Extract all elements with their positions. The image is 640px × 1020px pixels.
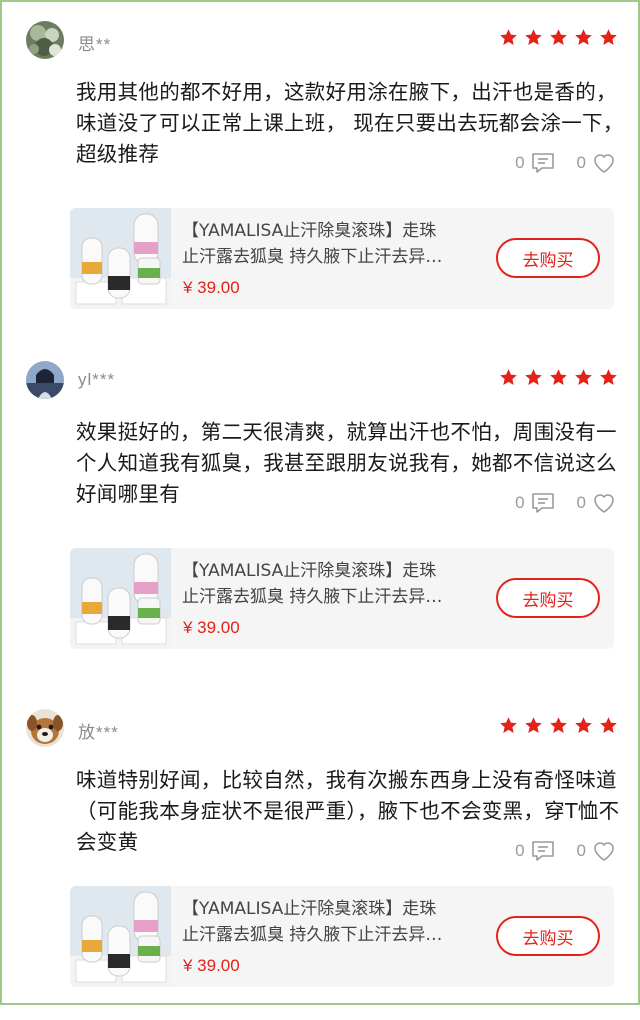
comment-icon bbox=[531, 153, 554, 173]
like-count: 0 bbox=[576, 153, 586, 172]
star-icon bbox=[525, 29, 542, 45]
star-icon bbox=[575, 29, 592, 45]
heart-icon bbox=[594, 494, 614, 513]
star-rating bbox=[499, 716, 618, 735]
review-item: 思** 我用其他的都不好用，这款好用涂在腋下，出汗也是香的，味道没了可以正常上课… bbox=[2, 2, 640, 332]
buy-button[interactable]: 去购买 bbox=[496, 916, 600, 956]
star-rating bbox=[499, 368, 618, 387]
product-card[interactable]: 【YAMALISA止汗除臭滚珠】走珠 止汗露去狐臭 持久腋下止汗去异… ¥ 39… bbox=[70, 886, 614, 987]
comment-icon bbox=[531, 493, 554, 513]
star-icon bbox=[600, 717, 617, 733]
star-icon bbox=[600, 29, 617, 45]
product-title-line: 【YAMALISA止汗除臭滚珠】走珠 bbox=[182, 561, 437, 581]
star-icon bbox=[550, 369, 567, 385]
star-icon bbox=[575, 717, 592, 733]
product-card[interactable]: 【YAMALISA止汗除臭滚珠】走珠 止汗露去狐臭 持久腋下止汗去异… ¥ 39… bbox=[70, 548, 614, 649]
star-rating bbox=[499, 28, 618, 47]
star-icon bbox=[500, 717, 517, 733]
buy-button[interactable]: 去购买 bbox=[496, 238, 600, 278]
heart-icon bbox=[594, 842, 614, 861]
product-card[interactable]: 【YAMALISA止汗除臭滚珠】走珠 止汗露去狐臭 持久腋下止汗去异… ¥ 39… bbox=[70, 208, 614, 309]
comment-count: 0 bbox=[515, 493, 525, 512]
comment-count: 0 bbox=[515, 841, 525, 860]
product-title-line: 止汗露去狐臭 持久腋下止汗去异… bbox=[182, 247, 443, 267]
product-title[interactable]: 【YAMALISA止汗除臭滚珠】走珠 止汗露去狐臭 持久腋下止汗去异… bbox=[182, 896, 482, 948]
comment-count: 0 bbox=[515, 153, 525, 172]
user-avatar-icon[interactable] bbox=[26, 21, 64, 59]
like-button[interactable]: 0 bbox=[577, 152, 616, 174]
like-count: 0 bbox=[576, 493, 586, 512]
like-button[interactable]: 0 bbox=[577, 840, 616, 862]
star-icon bbox=[500, 369, 517, 385]
product-image[interactable] bbox=[70, 548, 171, 649]
product-title[interactable]: 【YAMALISA止汗除臭滚珠】走珠 止汗露去狐臭 持久腋下止汗去异… bbox=[182, 218, 482, 270]
product-title-line: 止汗露去狐臭 持久腋下止汗去异… bbox=[182, 925, 443, 945]
like-button[interactable]: 0 bbox=[577, 492, 616, 514]
user-avatar-icon[interactable] bbox=[26, 361, 64, 399]
product-price: ¥ 39.00 bbox=[183, 278, 240, 297]
review-item: 放*** 味道特别好闻，比较自然，我有次搬东西身上没有奇怪味道（可能我本身症状不… bbox=[2, 690, 640, 1020]
user-avatar-icon[interactable] bbox=[26, 709, 64, 747]
like-count: 0 bbox=[576, 841, 586, 860]
product-image[interactable] bbox=[70, 208, 171, 309]
star-icon bbox=[500, 29, 517, 45]
product-price: ¥ 39.00 bbox=[183, 618, 240, 637]
review-actions: 0 0 bbox=[515, 840, 616, 862]
star-icon bbox=[525, 717, 542, 733]
review-actions: 0 0 bbox=[515, 492, 616, 514]
product-title-line: 【YAMALISA止汗除臭滚珠】走珠 bbox=[182, 221, 437, 241]
star-icon bbox=[550, 29, 567, 45]
username: 思** bbox=[78, 35, 112, 54]
comment-button[interactable]: 0 bbox=[515, 840, 554, 862]
star-icon bbox=[550, 717, 567, 733]
star-icon bbox=[525, 369, 542, 385]
product-title-line: 【YAMALISA止汗除臭滚珠】走珠 bbox=[182, 899, 437, 919]
review-list: 思** 我用其他的都不好用，这款好用涂在腋下，出汗也是香的，味道没了可以正常上课… bbox=[0, 0, 640, 1005]
comment-button[interactable]: 0 bbox=[515, 152, 554, 174]
username: 放*** bbox=[78, 723, 119, 742]
product-image[interactable] bbox=[70, 886, 171, 987]
review-item: yl*** 效果挺好的，第二天很清爽，就算出汗也不怕，周围没有一个人知道我有狐臭… bbox=[2, 342, 640, 672]
product-title-line: 止汗露去狐臭 持久腋下止汗去异… bbox=[182, 587, 443, 607]
comment-icon bbox=[531, 841, 554, 861]
product-price: ¥ 39.00 bbox=[183, 956, 240, 975]
comment-button[interactable]: 0 bbox=[515, 492, 554, 514]
buy-button[interactable]: 去购买 bbox=[496, 578, 600, 618]
product-title[interactable]: 【YAMALISA止汗除臭滚珠】走珠 止汗露去狐臭 持久腋下止汗去异… bbox=[182, 558, 482, 610]
star-icon bbox=[600, 369, 617, 385]
star-icon bbox=[575, 369, 592, 385]
review-actions: 0 0 bbox=[515, 152, 616, 174]
heart-icon bbox=[594, 154, 614, 173]
username: yl*** bbox=[78, 370, 116, 389]
